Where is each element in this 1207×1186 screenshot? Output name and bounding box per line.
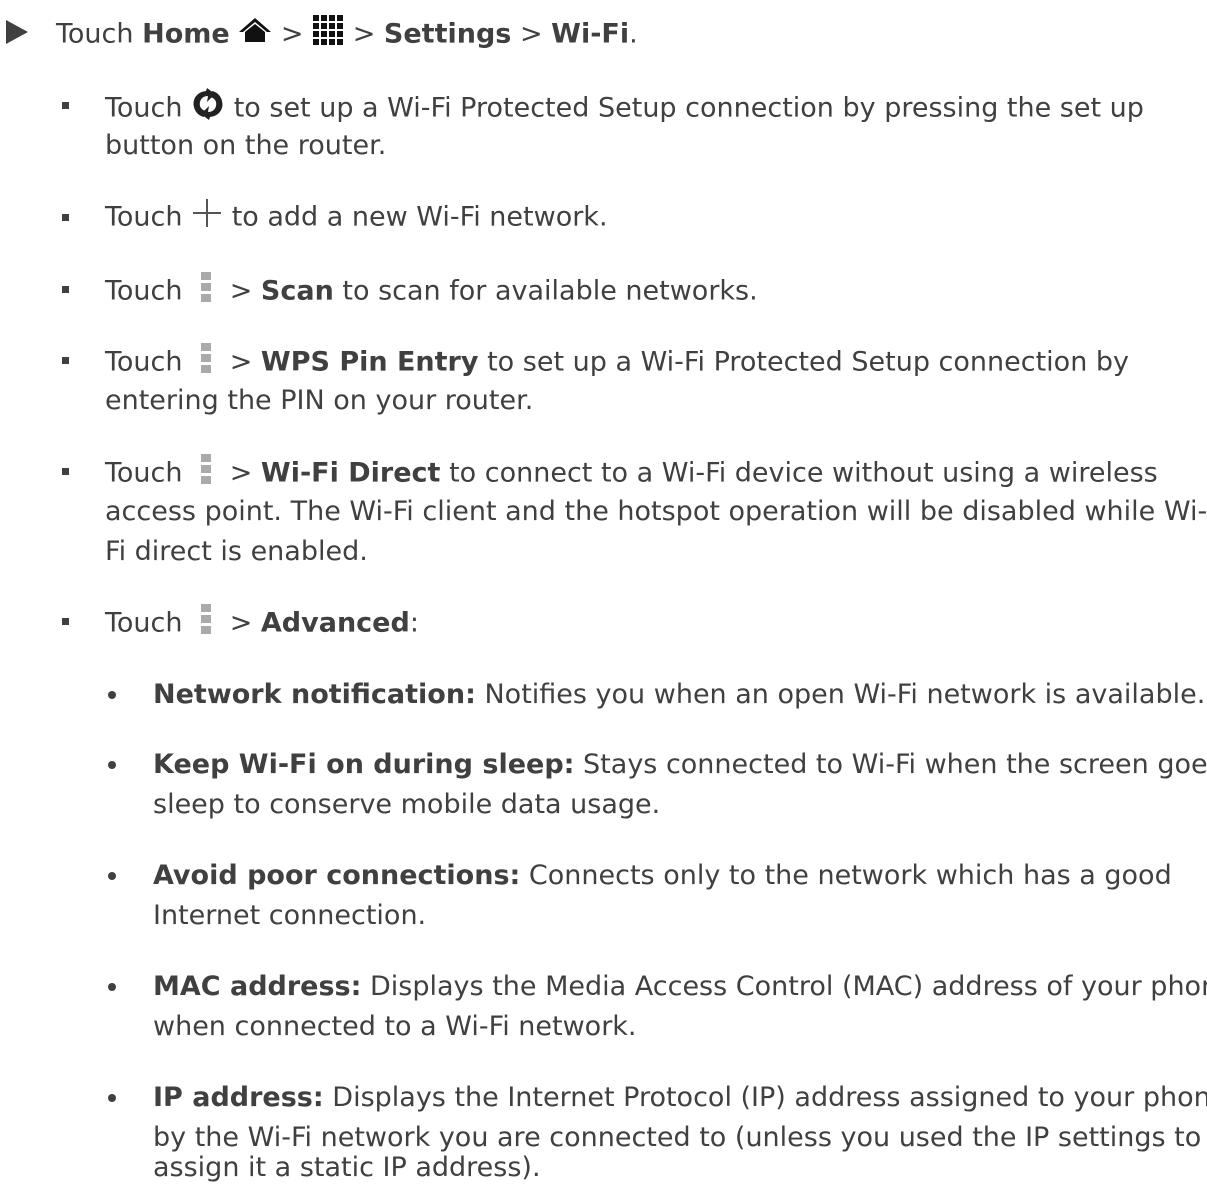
step-wifi-label: Wi-Fi <box>551 18 630 50</box>
direct-touch: Touch <box>105 457 183 489</box>
pin-text: to set up a Wi-Fi Protected Setup connec… <box>487 346 1130 378</box>
avoid-text: Connects only to the network which has a… <box>528 860 1172 891</box>
adv-bold: Advanced <box>260 607 410 639</box>
direct-line-1: Touch > Wi-Fi Direct to connect to a Wi-… <box>105 454 1158 494</box>
pin-line-2: entering the PIN on your router. <box>105 385 534 416</box>
mac-line-2: when connected to a Wi-Fi network. <box>153 1011 637 1042</box>
adv-line: Touch > Advanced: <box>105 604 419 644</box>
sub-bullet-dot <box>108 1094 116 1102</box>
bullet-square <box>62 214 69 221</box>
sub-bullet-dot <box>108 691 116 699</box>
add-line: Touch to add a new Wi-Fi network. <box>105 199 608 237</box>
sub-bullet-dot <box>108 761 116 769</box>
bullet-square <box>62 357 69 364</box>
net-line: Network notification: Notifies you when … <box>153 677 1205 713</box>
ip-line-1: IP address: Displays the Internet Protoc… <box>153 1080 1207 1116</box>
mac-line-1: MAC address: Displays the Media Access C… <box>153 969 1207 1005</box>
menu-dots-icon <box>201 272 212 312</box>
pin-touch: Touch <box>105 346 183 378</box>
step-arrow-icon <box>6 20 28 44</box>
wps-icon <box>191 88 225 130</box>
adv-touch: Touch <box>105 607 183 639</box>
keep-line-2: sleep to conserve mobile data usage. <box>153 789 661 820</box>
direct-line-2: access point. The Wi-Fi client and the h… <box>105 496 1207 527</box>
bullet-square <box>62 468 69 475</box>
menu-dots-icon <box>201 343 212 383</box>
wps-touch: Touch <box>105 92 183 124</box>
adv-colon: : <box>409 607 419 639</box>
step-line: Touch Home > > Settings > Wi-Fi. <box>56 14 638 56</box>
step-home-label: Home <box>142 18 230 50</box>
menu-dots-icon <box>201 604 212 644</box>
direct-text: to connect to a Wi-Fi device without usi… <box>449 457 1158 489</box>
pin-bold: WPS Pin Entry <box>260 346 479 378</box>
step-sep-1: > <box>280 18 304 50</box>
direct-line-3: Fi direct is enabled. <box>105 536 368 567</box>
step-sep-2: > <box>352 18 376 50</box>
bullet-square <box>62 286 69 293</box>
step-settings-label: Settings <box>383 18 512 50</box>
avoid-line-2: Internet connection. <box>153 900 427 931</box>
avoid-line-1: Avoid poor connections: Connects only to… <box>153 858 1172 894</box>
sub-bullet-dot <box>108 983 116 991</box>
apps-grid-icon <box>312 14 344 56</box>
sub-bullet-dot <box>108 872 116 880</box>
bullet-square <box>62 618 69 625</box>
keep-line-1: Keep Wi-Fi on during sleep: Stays connec… <box>153 747 1207 783</box>
scan-text: to scan for available networks. <box>342 275 758 307</box>
step-period: . <box>629 18 638 50</box>
menu-dots-icon <box>201 454 212 494</box>
ip-bold: IP address: <box>153 1082 324 1113</box>
mac-text: Displays the Media Access Control (MAC) … <box>370 971 1207 1002</box>
scan-bold: Scan <box>260 275 334 307</box>
scan-sep: > <box>229 275 253 307</box>
pin-sep: > <box>229 346 253 378</box>
wps-text: to set up a Wi-Fi Protected Setup connec… <box>233 92 1144 124</box>
adv-sep: > <box>229 607 253 639</box>
wps-line-1: Touch to set up a Wi-Fi Protected Setup … <box>105 88 1144 130</box>
keep-bold: Keep Wi-Fi on during sleep: <box>153 749 575 780</box>
add-text: to add a new Wi-Fi network. <box>231 201 608 233</box>
direct-bold: Wi-Fi Direct <box>260 457 441 489</box>
step-touch: Touch <box>56 18 134 50</box>
bullet-square <box>62 102 69 109</box>
ip-line-3: assign it a static IP address). <box>153 1152 541 1183</box>
step-sep-3: > <box>519 18 543 50</box>
scan-line: Touch > Scan to scan for available netwo… <box>105 272 758 312</box>
direct-sep: > <box>229 457 253 489</box>
add-touch: Touch <box>105 201 183 233</box>
mac-bold: MAC address: <box>153 971 362 1002</box>
home-icon <box>238 17 272 53</box>
plus-icon <box>191 199 223 237</box>
ip-text: Displays the Internet Protocol (IP) addr… <box>332 1082 1207 1113</box>
net-text: Notifies you when an open Wi-Fi network … <box>484 679 1206 710</box>
net-bold: Network notification: <box>153 679 476 710</box>
keep-text: Stays connected to Wi-Fi when the screen… <box>583 749 1207 780</box>
avoid-bold: Avoid poor connections: <box>153 860 521 891</box>
wps-line-2: button on the router. <box>105 130 387 161</box>
pin-line-1: Touch > WPS Pin Entry to set up a Wi-Fi … <box>105 343 1129 383</box>
scan-touch: Touch <box>105 275 183 307</box>
